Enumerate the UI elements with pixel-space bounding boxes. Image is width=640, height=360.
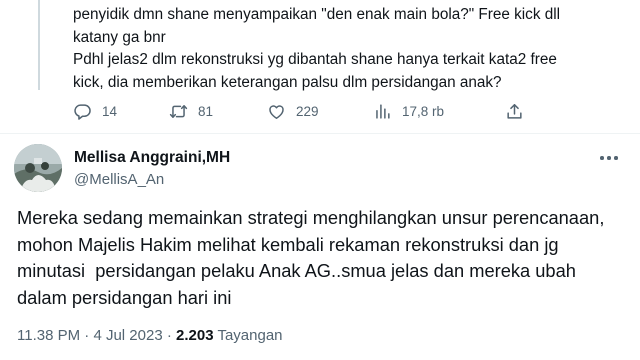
more-options-button[interactable] bbox=[592, 146, 626, 170]
author-handle[interactable]: @MellisA_An bbox=[74, 170, 230, 190]
views-count: 17,8 rb bbox=[402, 103, 445, 119]
author-info: Mellisa Anggraini,MH @MellisA_An bbox=[74, 148, 230, 190]
avatar-image bbox=[14, 144, 62, 192]
views-button[interactable]: 17,8 rb bbox=[373, 98, 444, 124]
meta-separator: · bbox=[84, 327, 90, 344]
tweet-time[interactable]: 11.38 PM bbox=[17, 327, 80, 344]
retweet-icon bbox=[169, 104, 188, 118]
previous-tweet[interactable]: penyidik dmn shane menyampaikan "den ena… bbox=[73, 4, 628, 94]
like-count: 229 bbox=[296, 103, 319, 119]
retweet-count: 81 bbox=[198, 103, 214, 119]
share-icon bbox=[507, 103, 522, 119]
reply-count: 14 bbox=[102, 103, 118, 119]
tweet-views-label: Tayangan bbox=[217, 327, 283, 344]
author-avatar[interactable] bbox=[14, 144, 62, 192]
previous-tweet-text: penyidik dmn shane menyampaikan "den ena… bbox=[73, 6, 561, 91]
tweet-metadata: 11.38 PM · 4 Jul 2023 · 2.203 Tayangan bbox=[17, 326, 283, 346]
share-button[interactable] bbox=[505, 98, 524, 124]
like-button[interactable]: 229 bbox=[267, 98, 319, 124]
tweet-date[interactable]: 4 Jul 2023 bbox=[93, 327, 162, 344]
retweet-button[interactable]: 81 bbox=[169, 98, 213, 124]
thread-connector-line bbox=[38, 0, 40, 90]
author-display-name[interactable]: Mellisa Anggraini,MH bbox=[74, 148, 230, 168]
tweet-divider bbox=[0, 133, 640, 134]
meta-separator: · bbox=[166, 327, 172, 344]
tweet-text: Mereka sedang memainkan strategi menghil… bbox=[17, 207, 605, 308]
views-icon bbox=[376, 103, 390, 119]
previous-tweet-action-bar: 14 81 229 17,8 rb bbox=[73, 98, 543, 124]
reply-button[interactable]: 14 bbox=[73, 98, 117, 124]
more-dots-icon bbox=[600, 156, 604, 160]
more-dot bbox=[607, 156, 611, 160]
reply-icon bbox=[74, 103, 91, 120]
tweet-views-count: 2.203 bbox=[176, 327, 214, 344]
more-dot bbox=[614, 156, 618, 160]
like-icon bbox=[269, 104, 284, 119]
